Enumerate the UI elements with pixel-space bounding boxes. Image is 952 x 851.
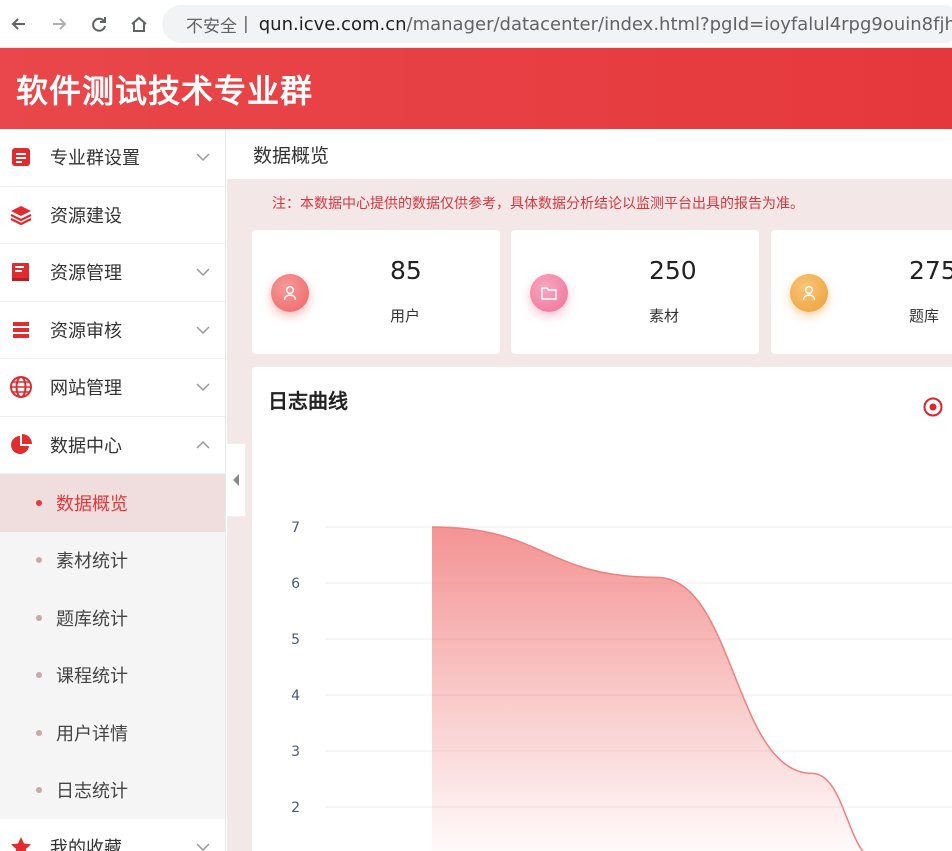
stat-card-materials[interactable]: 250 素材 [511,230,759,354]
sidebar-subitem-user-details[interactable]: 用户详情 [0,704,225,762]
sidebar-item-group-settings[interactable]: 专业群设置 [0,129,225,187]
stat-label: 用户 [390,307,421,325]
book-icon [8,259,34,285]
form-icon [8,144,34,170]
reload-icon[interactable] [82,7,116,41]
bullet-icon [36,499,42,506]
sidebar-item-website-management[interactable]: 网站管理 [0,359,225,417]
sidebar-item-label: 资源管理 [50,263,122,285]
sidebar-collapse-handle[interactable] [227,443,246,517]
sidebar-subitem-log-stats[interactable]: 日志统计 [0,762,225,820]
sidebar-subitem-label: 日志统计 [56,781,128,803]
bullet-icon [36,614,42,621]
stat-label: 题库 [909,307,940,325]
browser-toolbar: 不安全 | qun.icve.com.cn /manager/datacente… [0,0,952,48]
log-chart: 7 6 5 4 3 2 [291,520,952,851]
page-title: 数据概览 [253,144,330,167]
data-center-submenu: 数据概览 素材统计 题库统计 课程统计 用户详情 日志统计 [0,474,225,819]
sidebar-item-label: 资源建设 [50,205,122,227]
bullet-icon [36,729,42,736]
sidebar-item-label: 我的收藏 [50,838,122,851]
stat-card-users[interactable]: 85 用户 [252,230,500,354]
bullet-icon [36,672,42,679]
y-tick-label: 3 [291,744,300,760]
stat-value: 85 [390,256,422,285]
stat-card-question-bank[interactable]: 275 题库 [771,230,952,354]
back-icon[interactable] [2,7,36,41]
chevron-down-icon [196,268,210,277]
chevron-down-icon [196,326,210,334]
sidebar-subitem-material-stats[interactable]: 素材统计 [0,532,225,590]
bullet-icon [36,787,42,794]
sidebar-item-label: 资源审核 [50,320,122,342]
chevron-up-icon [196,440,210,449]
stat-value: 275 [909,256,952,285]
stat-label: 素材 [649,307,680,325]
log-chart-card: 日志曲线 765432 [252,367,952,851]
sidebar-item-label: 专业群设置 [50,148,140,170]
sidebar-subitem-label: 题库统计 [56,608,128,630]
y-tick-label: 6 [291,576,300,592]
home-icon[interactable] [122,7,156,41]
user-icon [271,274,309,312]
page-header: 数据概览 [227,129,952,179]
sidebar-item-data-center[interactable]: 数据中心 [0,417,225,474]
stat-value: 250 [649,256,697,285]
sidebar-subitem-course-stats[interactable]: 课程统计 [0,647,225,705]
url-host: qun.icve.com.cn [258,13,407,35]
chevron-down-icon [196,153,210,162]
main-content: 数据概览 注：本数据中心提供的数据仅供参考，具体数据分析结论以监测平台出具的报告… [227,129,952,851]
chevron-left-icon [233,474,239,486]
user-icon [790,274,828,312]
address-bar[interactable]: 不安全 | qun.icve.com.cn /manager/datacente… [162,5,952,43]
pie-icon [8,432,34,458]
layers-icon [8,202,34,228]
insecure-label: 不安全 [186,16,237,37]
sidebar-item-label: 数据中心 [50,435,122,457]
y-tick-label: 7 [291,520,300,536]
sidebar-item-resource-building[interactable]: 资源建设 [0,187,225,244]
sidebar-subitem-data-overview[interactable]: 数据概览 [0,474,225,532]
globe-icon [8,374,34,400]
chevron-down-icon [196,843,210,851]
sidebar: 专业群设置 资源建设 资源管理 资源审核 网站管理 数据中心 数据概览 素材统计… [0,129,226,851]
star-icon [8,834,34,851]
sidebar-item-label: 网站管理 [50,378,122,400]
bullet-icon [36,557,42,564]
forward-icon[interactable] [42,7,76,41]
sidebar-item-favorites[interactable]: 我的收藏 [0,819,225,851]
chevron-down-icon [196,383,210,392]
series-area [432,527,863,851]
app-title: 软件测试技术专业群 [16,71,314,110]
list-icon [8,317,34,343]
sidebar-subitem-question-bank-stats[interactable]: 题库统计 [0,589,225,647]
sidebar-subitem-label: 课程统计 [56,666,128,688]
sidebar-subitem-label: 用户详情 [56,723,128,745]
y-tick-label: 4 [291,688,300,704]
sidebar-subitem-label: 数据概览 [56,493,128,515]
sidebar-item-resource-review[interactable]: 资源审核 [0,302,225,359]
notice-text: 注：本数据中心提供的数据仅供参考，具体数据分析结论以监测平台出具的报告为准。 [272,196,804,212]
y-tick-label: 5 [291,632,300,648]
url-separator: | [243,14,249,34]
y-tick-label: 2 [291,800,300,816]
folder-icon [530,274,568,312]
sidebar-subitem-label: 素材统计 [56,551,128,573]
url-path: /manager/datacenter/index.html?pgId=ioyf… [406,13,952,35]
sidebar-item-resource-management[interactable]: 资源管理 [0,244,225,302]
app-header: 软件测试技术专业群 [0,48,952,129]
